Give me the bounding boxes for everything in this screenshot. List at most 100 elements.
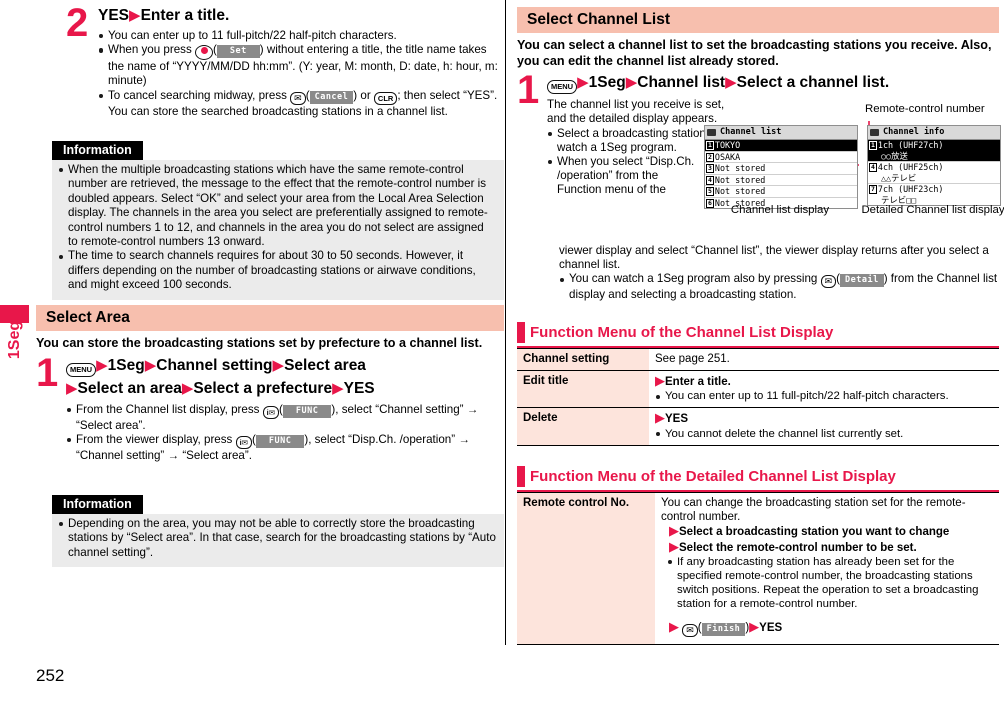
row-number: 1 xyxy=(706,141,714,150)
step-1-cl-heading: MENU ▶1Seg▶Channel list▶Select a channel … xyxy=(547,73,999,95)
center-select-key-icon xyxy=(195,45,214,61)
channel-list-row[interactable]: 3 Not stored xyxy=(705,163,857,175)
arrow-icon: ▶ xyxy=(669,538,679,554)
arrow-icon: ▶ xyxy=(749,618,760,634)
fn-detailed-row-value: You can change the broadcasting station … xyxy=(655,492,999,645)
channel-info-screen: Channel info 1 1ch (UHF27ch) ○○放送 4 4ch (U… xyxy=(867,125,1001,206)
remote-control-number-callout: Remote-control number xyxy=(865,103,985,115)
channel-list-row[interactable]: 4 Not stored xyxy=(705,174,857,186)
mail-key-icon: ✉ xyxy=(682,623,698,637)
fn-detailed-bullet: If any broadcasting station has already … xyxy=(667,555,993,611)
fn-row-2-bullet: You cannot delete the channel list curre… xyxy=(655,427,993,441)
channel-info-row[interactable]: 7 7ch (UHF23ch) xyxy=(868,184,1000,195)
info-1-item: When the multiple broadcasting stations … xyxy=(58,163,496,249)
side-tab-label: 1Seg xyxy=(6,320,23,360)
information-1-title: Information xyxy=(52,141,143,160)
fn-detailed-step-1-text: Select a broadcasting station you want t… xyxy=(679,526,950,539)
information-1-body: When the multiple broadcasting stations … xyxy=(52,160,504,300)
fn-channel-list-heading-wrap: Function Menu of the Channel List Displa… xyxy=(517,322,999,343)
softkey-cancel: Cancel xyxy=(309,90,354,104)
step-1-heading-line-1: MENU ▶1Seg▶Channel setting▶Select area xyxy=(66,356,504,377)
step-1-chain-channel-setting: Channel setting xyxy=(156,356,273,374)
step-1-cl-chain-1seg: 1Seg xyxy=(588,74,626,92)
section-select-area: Select Area You can store the broadcasti… xyxy=(36,305,504,463)
channel-info-row-name[interactable]: ○○放送 xyxy=(868,150,1000,162)
row-number: 7 xyxy=(869,185,877,194)
row-label: Not stored xyxy=(714,186,766,196)
menu-key-icon: MENU xyxy=(547,80,578,95)
row-number: 1 xyxy=(869,141,877,150)
channel-info-screen-title: Channel info xyxy=(883,127,945,137)
manual-page: 1Seg 2 YES▶Enter a title. You can enter … xyxy=(0,0,1004,701)
menu-key-icon: MENU xyxy=(66,362,97,377)
bullet-set-key-pre: When you press xyxy=(108,43,192,57)
section-select-channel-list-heading: Select Channel List xyxy=(517,7,999,33)
fn-detailed-step-2-text: Select the remote-control number to be s… xyxy=(679,541,917,554)
arrow-icon: ▶ xyxy=(625,74,638,92)
fn-row-0-text: See page 251. xyxy=(655,353,730,365)
channel-list-screen-title-bar: Channel list xyxy=(705,126,857,140)
arrow-icon: ▶ xyxy=(655,373,665,389)
information-box-2: Information Depending on the area, you m… xyxy=(52,495,504,568)
channel-list-row[interactable]: 1 TOKYO xyxy=(705,140,857,152)
arrow-icon: ▶ xyxy=(655,410,665,426)
table-row: Channel setting See page 251. xyxy=(517,347,999,372)
step-1-chain-select-area: Select area xyxy=(284,356,366,374)
fn-detailed-heading: Function Menu of the Detailed Channel Li… xyxy=(530,468,896,485)
fn-detailed-final-line: ▶ ✉(Finish)▶YES xyxy=(669,618,783,637)
step-1-number: 1 xyxy=(36,350,58,395)
channel-list-row[interactable]: 2 OSAKA xyxy=(705,152,857,163)
arrow-icon: ▶ xyxy=(144,356,157,374)
row-number: 4 xyxy=(869,163,877,172)
channel-info-row[interactable]: 4 4ch (UHF25ch) xyxy=(868,162,1000,173)
step-1-cl-intro: The channel list you receive is set, and… xyxy=(547,98,725,126)
fn-channel-list-table: Channel setting See page 251. Edit title… xyxy=(517,347,999,446)
bullet-cancel-key: To cancel searching midway, press ✉(Canc… xyxy=(98,89,500,119)
section-fn-detailed-list: Function Menu of the Detailed Channel Li… xyxy=(517,466,999,645)
channel-info-row[interactable]: 1 1ch (UHF27ch) xyxy=(868,140,1000,151)
row-line2: テレビ□□ xyxy=(881,194,917,205)
fn-detailed-step-1: ▶Select a broadcasting station you want … xyxy=(669,524,993,539)
channel-info-screen-title-bar: Channel info xyxy=(868,126,1000,140)
arrow-icon: ▶ xyxy=(332,379,344,397)
arrow-icon: ▶ xyxy=(725,74,737,92)
channel-info-screen-caption: Detailed Channel list display xyxy=(861,204,1004,216)
clr-key-icon: CLR xyxy=(373,91,398,105)
arrow-icon: ▶ xyxy=(669,618,679,634)
step-1-chain-yes: YES xyxy=(343,379,375,397)
bullet-dispch-continuation: viewer display and select “Channel list”… xyxy=(559,244,989,272)
channel-info-row-name[interactable]: △△テレビ xyxy=(868,173,1000,184)
table-row: Remote control No. You can change the br… xyxy=(517,492,999,645)
step-1-chain-select-a-prefecture: Select a prefecture xyxy=(193,379,333,397)
note-1-pre: From the viewer display, press xyxy=(76,432,233,446)
row-label: Not stored xyxy=(714,174,766,185)
step-1-cl-number: 1 xyxy=(517,68,539,113)
step-1-chain-select-an-area: Select an area xyxy=(77,379,182,397)
row-number: 2 xyxy=(706,152,714,162)
softkey-finish: Finish xyxy=(701,622,746,636)
arrow-icon: ▶ xyxy=(129,7,141,24)
left-column: 1Seg 2 YES▶Enter a title. You can enter … xyxy=(0,0,505,701)
row-line2: ○○放送 xyxy=(881,150,908,161)
note-0-pre: From the Channel list display, press xyxy=(76,402,260,416)
channel-list-screen-title: Channel list xyxy=(720,127,782,137)
mail-key-icon: ✉ xyxy=(290,91,306,105)
channel-list-row[interactable]: 5 Not stored xyxy=(705,186,857,198)
step-1-heading-line-2: ▶Select an area▶Select a prefecture▶YES xyxy=(66,379,504,398)
bullet-cancel-key-pre: To cancel searching midway, press xyxy=(108,88,287,102)
step-1-cl-chain-channel-list: Channel list xyxy=(637,74,726,92)
row-label: TOKYO xyxy=(714,140,741,150)
note-viewer-display: From the viewer display, press i✉(FUNC),… xyxy=(66,433,504,463)
section-fn-channel-list: Function Menu of the Channel List Displa… xyxy=(517,322,999,446)
channel-list-screen-caption: Channel list display xyxy=(730,204,830,216)
step-1-chain-1seg: 1Seg xyxy=(107,356,145,374)
fn-channel-list-heading: Function Menu of the Channel List Displa… xyxy=(530,324,834,341)
softkey-set: Set xyxy=(216,45,260,59)
fn-row-key: Channel setting xyxy=(517,347,649,372)
step-2-bullets: You can enter up to 11 full-pitch/22 hal… xyxy=(98,29,500,119)
information-box-1: Information When the multiple broadcasti… xyxy=(52,141,504,300)
fn-row-1-head-text: Enter a title. xyxy=(665,376,731,389)
fn-detailed-row-key: Remote control No. xyxy=(517,492,655,645)
fn-row-2-head: ▶YES xyxy=(655,411,993,426)
step-1-select-area: 1 MENU ▶1Seg▶Channel setting▶Select area … xyxy=(36,350,504,463)
